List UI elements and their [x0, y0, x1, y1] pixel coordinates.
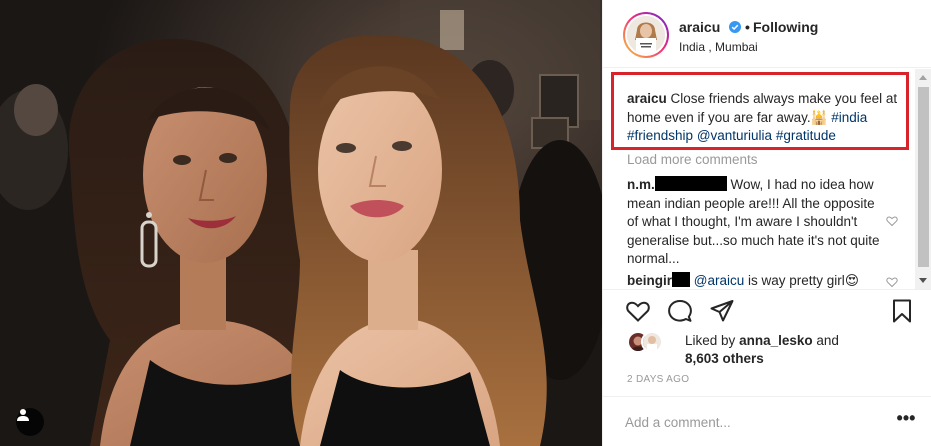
post-side-panel: araicu • Following India , Mumbai araicu…	[602, 0, 931, 446]
verified-badge-icon	[729, 21, 741, 33]
likes-prefix: Liked by	[685, 333, 736, 348]
scroll-up-arrow-icon[interactable]	[919, 75, 927, 80]
comments-section[interactable]: araicu Close friends always make you fee…	[603, 69, 931, 289]
tagged-users-button[interactable]	[16, 408, 44, 436]
post-actions-bar	[603, 289, 931, 331]
post-timestamp[interactable]: 2 DAYS AGO	[627, 374, 689, 385]
speech-bubble-icon[interactable]	[667, 298, 693, 324]
caption-author[interactable]: araicu	[627, 91, 667, 106]
liker-avatars	[627, 331, 667, 355]
header-username[interactable]: araicu	[679, 19, 720, 35]
comment-like-heart-icon[interactable]	[886, 276, 898, 288]
likes-others-count[interactable]: 8,603 others	[685, 351, 764, 366]
comment-mention[interactable]: @araicu	[694, 273, 744, 288]
bookmark-icon[interactable]	[889, 298, 915, 324]
post-header: araicu • Following India , Mumbai	[603, 0, 931, 68]
location-link[interactable]: India , Mumbai	[679, 40, 758, 54]
mention-vanturiulia[interactable]: @vanturiulia	[697, 128, 772, 143]
hashtag-india[interactable]: #india	[831, 110, 867, 125]
liker-avatar[interactable]	[641, 331, 663, 353]
add-comment-bar: •••	[603, 396, 931, 446]
photo-illustration	[0, 0, 602, 446]
following-button[interactable]: Following	[753, 19, 818, 35]
caption: araicu Close friends always make you fee…	[627, 90, 907, 146]
paper-plane-icon[interactable]	[709, 298, 735, 324]
likes-joiner: and	[816, 333, 839, 348]
more-options-button[interactable]: •••	[895, 409, 917, 431]
user-silhouette-icon	[17, 409, 29, 421]
avatar-inner	[625, 14, 667, 56]
comments-scrollbar[interactable]	[915, 69, 931, 289]
comment-input[interactable]	[625, 411, 885, 433]
liker-avatar-image	[643, 333, 661, 351]
scroll-down-arrow-icon[interactable]	[919, 278, 927, 283]
redacted-username-block	[672, 272, 691, 287]
hashtag-friendship[interactable]: #friendship	[627, 128, 693, 143]
heart-icon[interactable]	[625, 298, 651, 324]
comment-like-heart-icon[interactable]	[886, 215, 898, 227]
avatar-image	[627, 16, 665, 54]
load-more-comments-button[interactable]: Load more comments	[627, 152, 758, 167]
likes-summary: Liked by anna_lesko and 8,603 others	[685, 332, 915, 368]
profile-avatar-ring[interactable]	[623, 12, 669, 58]
comment-author[interactable]: beingir	[627, 273, 672, 288]
avatar	[627, 16, 665, 54]
instagram-post: araicu • Following India , Mumbai araicu…	[0, 0, 931, 446]
comment-author[interactable]: n.m.	[627, 177, 655, 192]
header-separator: •	[745, 19, 750, 35]
likes-row: Liked by anna_lesko and 8,603 others	[603, 330, 931, 370]
comment-item: beingir @araicu is way pretty girl😍	[627, 272, 885, 289]
redacted-username-block	[654, 176, 727, 191]
scrollbar-thumb[interactable]	[918, 87, 929, 267]
comment-item: n.m. Wow, I had no idea how mean indian …	[627, 176, 885, 269]
caption-emoji: 🕌	[810, 109, 828, 125]
comment-emoji: 😍	[844, 273, 859, 288]
post-photo[interactable]	[0, 0, 602, 446]
hashtag-gratitude[interactable]: #gratitude	[776, 128, 836, 143]
comment-text: is way pretty girl	[748, 273, 845, 288]
liker-username[interactable]: anna_lesko	[739, 333, 813, 348]
